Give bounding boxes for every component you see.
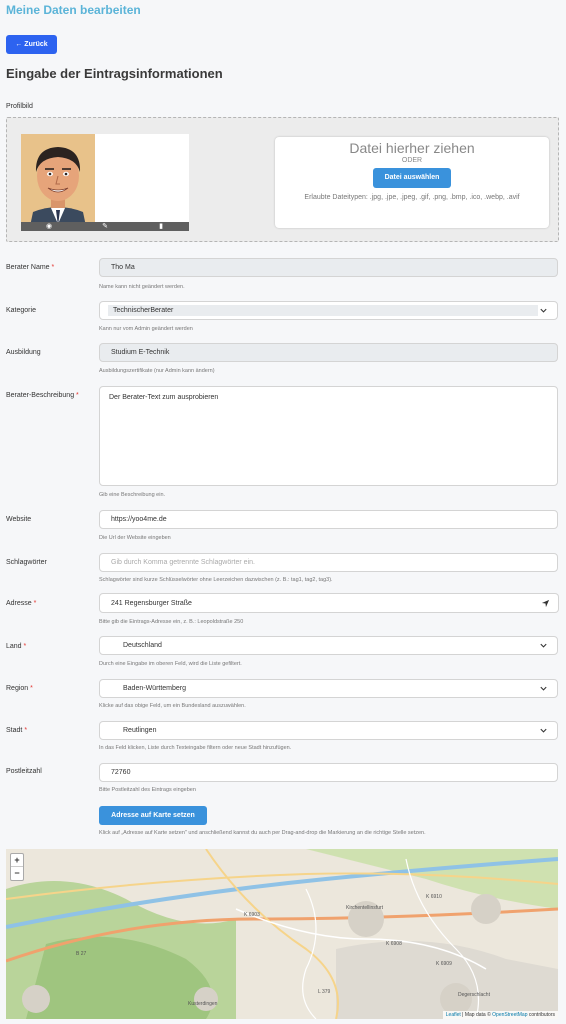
zoom-out-button[interactable]: − (11, 867, 23, 880)
leaflet-link[interactable]: Leaflet (446, 1012, 461, 1018)
website-help: Die Url der Website eingeben (99, 535, 171, 541)
osm-link[interactable]: OpenStreetMap (492, 1012, 527, 1018)
edit-icon[interactable]: ✎ (77, 222, 133, 231)
region-label: Region * (6, 685, 33, 692)
postleitzahl-input[interactable]: 72760 (99, 763, 558, 782)
section-title: Eingabe der Eintragsinformationen (6, 66, 223, 81)
map-label: L 379 (318, 989, 331, 995)
image-dropzone[interactable]: ◉ ✎ ▮ Datei hierher ziehen ODER Datei au… (6, 117, 559, 242)
website-label: Website (6, 516, 32, 523)
land-label: Land * (6, 643, 27, 650)
drop-panel: Datei hierher ziehen ODER Datei auswähle… (275, 137, 549, 228)
schlagwoerter-input[interactable]: Gib durch Komma getrennte Schlagwörter e… (99, 553, 558, 572)
stadt-help: In das Feld klicken, Liste durch Textein… (99, 745, 292, 751)
region-value: Baden-Württemberg (123, 685, 187, 692)
map-label: K 6910 (426, 894, 442, 900)
location-arrow-icon (541, 599, 550, 607)
postleitzahl-label: Postleitzahl (6, 768, 42, 775)
map-label: Kusterdingen (188, 1001, 218, 1007)
allowed-file-types: Erlaubte Dateitypen: .jpg, .jpe, .jpeg, … (304, 194, 520, 201)
website-input[interactable]: https://yoo4me.de (99, 510, 558, 529)
back-button[interactable]: ← Zurück (6, 35, 57, 54)
stadt-value: Reutlingen (123, 727, 157, 734)
set-address-on-map-button[interactable]: Adresse auf Karte setzen (99, 806, 207, 825)
map-label: Degerschlacht (458, 992, 490, 998)
kategorie-value: TechnischerBerater (108, 305, 538, 316)
beschreibung-label: Berater-Beschreibung * (6, 392, 79, 399)
chevron-down-icon (540, 308, 547, 313)
image-preview-card: ◉ ✎ ▮ (21, 134, 189, 231)
region-select[interactable]: Baden-Württemberg (99, 679, 558, 698)
map[interactable]: K 6903 K 6908 K 6909 K 6910 B 27 L 379 D… (6, 849, 558, 1019)
map-label: K 6908 (386, 941, 402, 947)
image-preview-toolbar: ◉ ✎ ▮ (21, 222, 189, 231)
adresse-input[interactable]: 241 Regensburger Straße (99, 593, 534, 613)
berater-name-input[interactable]: Tho Ma (99, 258, 558, 277)
adresse-help: Bitte gib die Eintrags-Adresse ein, z. B… (99, 619, 244, 625)
chevron-down-icon (540, 686, 547, 691)
land-select[interactable]: Deutschland (99, 636, 558, 655)
ausbildung-help: Ausbildungszertifikate (nur Admin kann ä… (99, 368, 215, 374)
beschreibung-textarea[interactable]: Der Berater-Text zum ausprobieren (99, 386, 558, 486)
beschreibung-help: Gib eine Beschreibung ein. (99, 492, 166, 498)
adresse-label: Adresse * (6, 600, 37, 607)
schlagwoerter-help: Schlagwörter sind kurze Schlüsselwörter … (99, 577, 333, 583)
chevron-down-icon (540, 643, 547, 648)
map-zoom-control: + − (10, 853, 24, 881)
region-help: Klicke auf das obige Feld, um ein Bundes… (99, 703, 246, 709)
kategorie-select[interactable]: TechnischerBerater (99, 301, 558, 320)
kategorie-label: Kategorie (6, 307, 36, 314)
map-label: K 6903 (244, 912, 260, 918)
profilbild-label: Profilbild (6, 103, 33, 110)
land-value: Deutschland (123, 642, 162, 649)
view-icon[interactable]: ◉ (21, 222, 77, 231)
delete-icon[interactable]: ▮ (133, 222, 189, 231)
zoom-in-button[interactable]: + (11, 854, 23, 867)
locate-button[interactable] (533, 593, 559, 613)
kategorie-help: Kann nur vom Admin geändert werden (99, 326, 193, 332)
map-attribution: Leaflet | Map data © OpenStreetMap contr… (442, 1011, 558, 1019)
map-instructions: Klick auf „Adresse auf Karte setzen" und… (99, 830, 426, 836)
page-title: Meine Daten bearbeiten (6, 3, 141, 17)
schlagwoerter-label: Schlagwörter (6, 559, 47, 566)
ausbildung-input[interactable]: Studium E-Technik (99, 343, 558, 362)
stadt-select[interactable]: Reutlingen (99, 721, 558, 740)
map-label: K 6909 (436, 961, 452, 967)
berater-name-label: Berater Name * (6, 264, 55, 271)
drop-title: Datei hierher ziehen (349, 140, 475, 156)
berater-name-help: Name kann nicht geändert werden. (99, 284, 185, 290)
ausbildung-label: Ausbildung (6, 349, 41, 356)
postleitzahl-help: Bitte Postleitzahl des Eintrags eingeben (99, 787, 196, 793)
map-label: Kirchentellinsfurt (346, 905, 383, 911)
map-label: B 27 (76, 951, 87, 957)
stadt-label: Stadt * (6, 727, 28, 734)
land-help: Durch eine Eingabe im oberen Feld, wird … (99, 661, 242, 667)
chevron-down-icon (540, 728, 547, 733)
select-file-button[interactable]: Datei auswählen (373, 168, 451, 188)
drop-or-text: ODER (401, 157, 423, 164)
avatar (21, 134, 95, 231)
